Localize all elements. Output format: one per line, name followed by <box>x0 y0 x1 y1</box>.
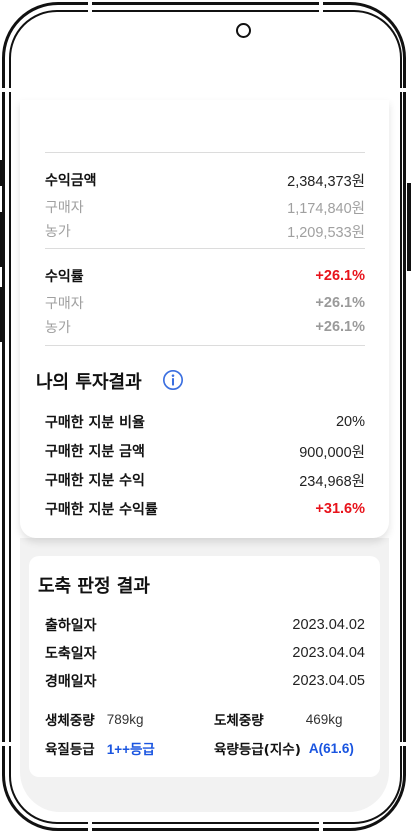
yield-grade-value: A(61.6) <box>308 740 354 756</box>
investment-row-profit: 구매한 지분 수익 234,968원 <box>45 469 365 491</box>
slaughter-row-shipping: 출하일자 2023.04.02 <box>45 614 365 636</box>
investment-row-rate: 구매한 지분 수익률 +31.6% <box>45 498 365 520</box>
slaughter-row-auction: 경매일자 2023.04.05 <box>45 670 365 692</box>
divider <box>45 345 365 346</box>
slaughter-title: 도축 판정 결과 <box>38 576 150 597</box>
revenue-amount-row: 수익금액 2,384,373원 <box>45 169 365 191</box>
revenue-amount-value: 2,384,373원 <box>287 173 365 190</box>
investment-ratio-label: 구매한 지분 비율 <box>45 415 145 431</box>
revenue-buyer-row: 구매자 1,174,840원 <box>45 196 365 218</box>
revenue-rate-row: 수익률 +26.1% <box>45 265 365 287</box>
rate-buyer-label: 구매자 <box>45 296 84 312</box>
investment-ratio-value: 20% <box>335 414 365 430</box>
investment-row-amount: 구매한 지분 금액 900,000원 <box>45 440 365 462</box>
live-weight-value: 789kg <box>106 711 144 727</box>
rate-buyer-value: +26.1% <box>315 295 365 311</box>
revenue-buyer-label: 구매자 <box>45 200 84 216</box>
investment-row-ratio: 구매한 지분 비율 20% <box>45 411 365 433</box>
info-icon[interactable] <box>162 369 184 391</box>
revenue-buyer-value: 1,174,840원 <box>287 200 365 217</box>
revenue-farmer-label: 농가 <box>45 224 71 240</box>
quality-grade-value: 1++등급 <box>106 742 155 757</box>
camera-icon <box>236 23 251 38</box>
rate-buyer-row: 구매자 +26.1% <box>45 292 365 314</box>
slaughter-date-value: 2023.04.04 <box>292 645 365 661</box>
yield-grade-label: 육량등급(지수) <box>214 742 301 758</box>
auction-date-label: 경매일자 <box>45 674 97 690</box>
side-button <box>0 160 4 186</box>
investment-amount-label: 구매한 지분 금액 <box>45 444 145 460</box>
investment-profit-label: 구매한 지분 수익 <box>45 473 145 489</box>
quality-grade: 육질등급 1++등급 <box>45 738 155 758</box>
divider <box>45 152 365 153</box>
phone-screen: 수익금액 2,384,373원 구매자 1,174,840원 농가 1,209,… <box>0 0 411 835</box>
auction-date-value: 2023.04.05 <box>292 673 365 689</box>
live-weight: 생체중량 789kg <box>45 709 144 730</box>
shipping-date-value: 2023.04.02 <box>292 617 365 633</box>
yield-grade: 육량등급(지수) A(61.6) <box>214 738 354 759</box>
carcass-weight-label: 도체중량 <box>214 713 264 729</box>
carcass-weight-value: 469kg <box>305 711 343 727</box>
revenue-rate-label: 수익률 <box>45 269 84 285</box>
investment-title: 나의 투자결과 <box>36 372 142 393</box>
live-weight-label: 생체중량 <box>45 713 95 729</box>
revenue-amount-label: 수익금액 <box>45 173 97 189</box>
rate-farmer-label: 농가 <box>45 320 71 336</box>
revenue-farmer-row: 농가 1,209,533원 <box>45 220 365 242</box>
side-button <box>407 183 411 271</box>
revenue-farmer-value: 1,209,533원 <box>287 224 365 241</box>
investment-profit-value: 234,968원 <box>299 473 365 490</box>
slaughter-row-slaughter: 도축일자 2023.04.04 <box>45 642 365 664</box>
side-button <box>0 287 4 342</box>
investment-rate-value: +31.6% <box>315 501 365 517</box>
rate-farmer-value: +26.1% <box>315 319 365 335</box>
shipping-date-label: 출하일자 <box>45 618 97 634</box>
side-button <box>0 212 4 267</box>
carcass-weight: 도체중량 469kg <box>214 709 343 730</box>
revenue-rate-value: +26.1% <box>315 268 365 284</box>
investment-rate-label: 구매한 지분 수익률 <box>45 502 158 518</box>
investment-amount-value: 900,000원 <box>299 444 365 461</box>
quality-grade-label: 육질등급 <box>45 742 95 758</box>
rate-farmer-row: 농가 +26.1% <box>45 316 365 338</box>
divider <box>45 248 365 249</box>
slaughter-date-label: 도축일자 <box>45 646 97 662</box>
